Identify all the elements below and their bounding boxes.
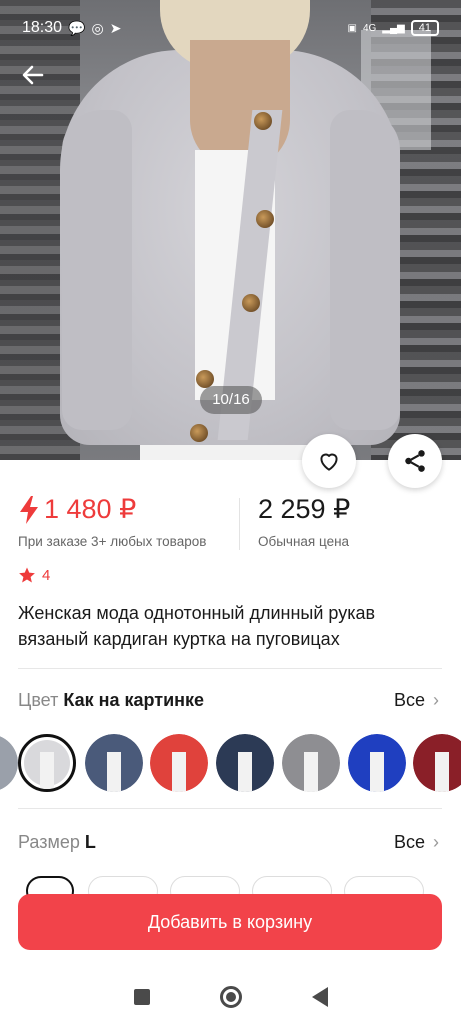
size-options xyxy=(20,876,440,906)
back-icon[interactable] xyxy=(311,987,328,1007)
home-icon[interactable] xyxy=(219,986,242,1008)
volte-icon: ▣ xyxy=(347,22,357,34)
rating[interactable]: 4 xyxy=(18,566,50,584)
image-button xyxy=(254,112,272,130)
price-divider xyxy=(239,498,240,550)
network-indicator: 4G xyxy=(362,22,377,34)
color-all-label: Все xyxy=(393,690,425,710)
color-all-button[interactable]: Все › xyxy=(394,690,439,711)
add-to-cart-label: Добавить в корзину xyxy=(147,911,313,932)
recents-icon[interactable] xyxy=(133,989,150,1005)
current-price-value: 1 480 ₽ xyxy=(44,494,137,524)
status-time: 18:30 xyxy=(22,19,63,36)
chevron-right-icon: › xyxy=(433,690,439,710)
color-swatch[interactable] xyxy=(282,734,340,792)
current-price-note: При заказе 3+ любых товаров xyxy=(18,534,207,549)
whatsapp-icon: ◎ xyxy=(91,19,104,36)
size-label-key: Размер xyxy=(18,832,80,852)
color-label: Цвет Как на картинке xyxy=(18,690,204,711)
color-label-value: Как на картинке xyxy=(63,690,205,710)
chevron-right-icon: › xyxy=(433,832,439,852)
telegram-icon: ➤ xyxy=(109,19,122,36)
heart-icon xyxy=(320,453,338,471)
divider xyxy=(18,808,442,809)
color-swatch[interactable] xyxy=(216,734,274,792)
share-icon xyxy=(405,450,425,472)
product-title: Женская мода однотонный длинный рукав вя… xyxy=(18,603,376,649)
size-all-label: Все xyxy=(393,832,425,852)
chat-icon: 💬 xyxy=(68,19,86,36)
color-label-key: Цвет xyxy=(18,690,59,710)
image-button xyxy=(242,294,260,312)
battery-indicator: 41 xyxy=(410,20,439,36)
color-swatch[interactable] xyxy=(0,734,18,792)
favorite-button[interactable] xyxy=(302,434,356,488)
regular-price-value: 2 259 ₽ xyxy=(258,494,351,524)
color-swatches xyxy=(0,734,461,794)
color-swatch[interactable] xyxy=(413,734,461,792)
regular-price-note: Обычная цена xyxy=(258,534,350,549)
image-button xyxy=(190,424,208,442)
color-swatch[interactable] xyxy=(150,734,208,792)
share-button[interactable] xyxy=(388,434,442,488)
color-swatch[interactable] xyxy=(85,734,143,792)
system-nav-bar xyxy=(0,970,461,1024)
divider xyxy=(18,668,442,669)
color-swatch[interactable] xyxy=(348,734,406,792)
current-price: 1 480 ₽ xyxy=(18,494,136,525)
color-swatch-selected[interactable] xyxy=(18,734,76,792)
add-to-cart-button[interactable]: Добавить в корзину xyxy=(18,894,442,950)
star-icon xyxy=(19,567,35,583)
image-sleeve xyxy=(62,110,132,430)
lightning-icon xyxy=(20,495,38,524)
size-label: Размер L xyxy=(18,832,96,853)
status-bar: 18:30 💬 ◎ ➤ ▣ 4G ▂▄▆ 41 xyxy=(0,0,461,56)
rating-value: 4 xyxy=(42,566,51,584)
image-button xyxy=(256,210,274,228)
back-arrow-icon[interactable] xyxy=(18,60,48,90)
image-sleeve xyxy=(330,110,400,430)
gallery-counter: 10/16 xyxy=(200,386,262,414)
signal-icon: ▂▄▆ xyxy=(382,22,405,34)
size-all-button[interactable]: Все › xyxy=(394,832,439,853)
price-block: 1 480 ₽ При заказе 3+ любых товаров 2 25… xyxy=(18,494,448,558)
size-label-value: L xyxy=(84,832,96,852)
